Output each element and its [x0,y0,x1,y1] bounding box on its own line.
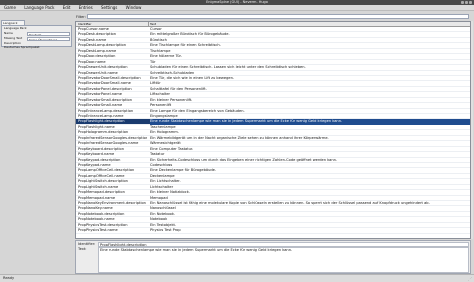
properties-panel: Language Pack Name Deutsch Missing Text … [1,25,72,50]
text-cell: Physics Test Prop [150,228,181,233]
menu-bar: Game Language Pack Edit Entries Settings… [0,5,474,11]
application-window: EnigmaSpine (GUI) - Neverm. Hugo Game La… [0,0,474,282]
text-label: Text: [78,247,87,251]
entries-table: Identifier Text PropCursor.name Cursor Pro… [75,21,471,239]
entries-panel: Filter: Identifier Text PropCursor.name C… [73,12,474,274]
status-text: Ready [3,276,15,280]
table-row[interactable]: PropPhysicsTest.name Physics Test Prop [76,228,470,234]
maximize-button[interactable] [465,1,468,4]
left-panel: Langpack (GUI) Language Pack Name Deutsc… [0,12,73,274]
name-field[interactable]: Deutsch [27,31,70,36]
filter-label: Filter: [76,15,86,19]
property-row: Deutsches Sprachpaket [2,45,71,50]
window-title: EnigmaSpine (GUI) - Neverm. Hugo [206,0,268,4]
menu-edit[interactable]: Edit [63,5,71,11]
text-row: Text: Eine runde Stabtaschenlampe wie ma… [76,247,470,274]
close-button[interactable] [469,1,472,4]
menu-language-pack[interactable]: Language Pack [24,5,54,11]
menu-settings[interactable]: Settings [101,5,117,11]
missing-text-field[interactable]: Keine Übersetzung [27,36,70,41]
text-field[interactable]: Eine runde Stabtaschenlampe wie man sie … [98,247,469,273]
menu-window[interactable]: Window [126,5,142,11]
minimize-button[interactable] [461,1,464,4]
status-bar: Ready ⋰ [0,274,474,282]
description-value[interactable]: Deutsches Sprachpaket [4,45,64,50]
filter-input[interactable] [87,14,469,19]
entry-detail-panel: Identifier: PropFlashlight.description T… [75,240,471,274]
menu-entries[interactable]: Entries [79,5,93,11]
vertical-scrollbar[interactable] [471,21,473,239]
table-body: PropCursor.name Cursor PropDesk.descriptio… [76,27,470,234]
identifier-cell: PropPhysicsTest.name [78,228,118,233]
menu-game[interactable]: Game [4,5,16,11]
resize-grip-icon[interactable]: ⋰ [468,276,473,281]
